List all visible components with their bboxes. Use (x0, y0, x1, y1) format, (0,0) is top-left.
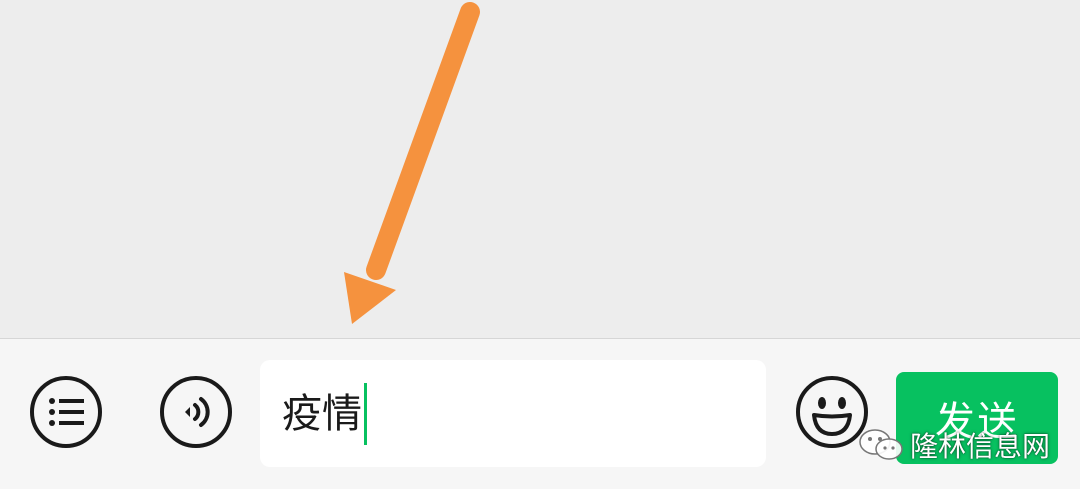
wechat-icon (859, 429, 903, 460)
chat-screen: 疫情 发送 隆林信息网 (0, 0, 1080, 489)
watermark: 隆林信息网 (858, 425, 1050, 465)
arrow-head (344, 272, 396, 324)
input-toolbar: 疫情 发送 隆林信息网 (0, 338, 1080, 489)
message-input[interactable]: 疫情 (260, 360, 766, 467)
voice-icon[interactable] (158, 374, 234, 450)
text-caret (364, 382, 367, 445)
arrow-shaft (366, 2, 480, 280)
annotation-arrow (344, 2, 480, 324)
list-icon[interactable] (28, 374, 104, 450)
message-input-text: 疫情 (282, 390, 362, 437)
watermark-text: 隆林信息网 (910, 430, 1051, 463)
